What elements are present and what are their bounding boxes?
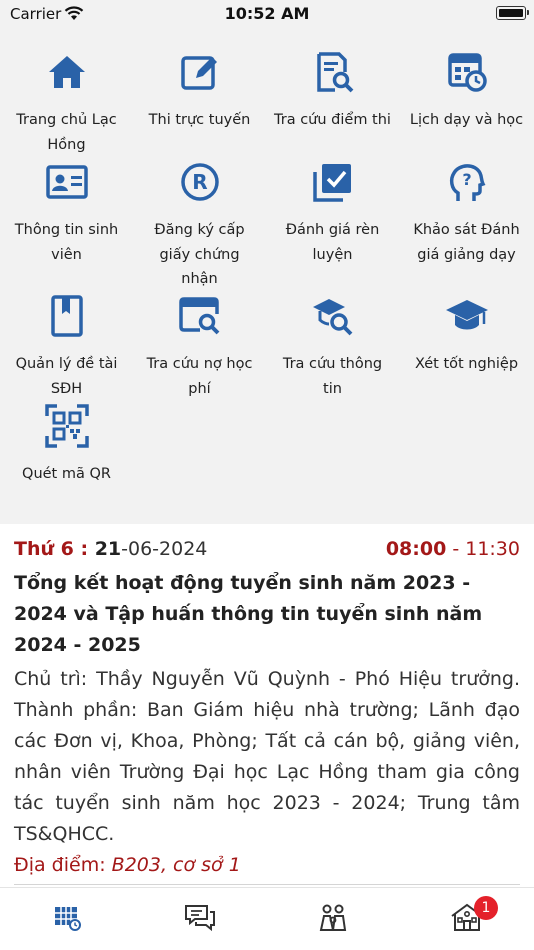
menu-item-label: Lịch dạy và học xyxy=(409,112,524,128)
bookmark-book-icon xyxy=(45,294,89,338)
menu-item-info-lookup[interactable]: Tra cứu thông tin xyxy=(266,294,399,401)
menu-item-thesis[interactable]: Quản lý đề tài SĐH xyxy=(0,294,133,401)
event-title: Tổng kết hoạt động tuyển sinh năm 2023 -… xyxy=(14,572,483,656)
menu-item-conduct[interactable]: Đánh giá rèn luyện xyxy=(266,160,399,267)
window-search-icon xyxy=(178,294,222,338)
menu-item-survey[interactable]: ? Khảo sát Đánh giá giảng dạy xyxy=(400,160,533,267)
qr-code-icon xyxy=(44,404,89,448)
event-weekday: Thứ 6 : xyxy=(14,538,95,560)
menu-item-certificate[interactable]: R Đăng ký cấp giấy chứng nhận xyxy=(133,160,266,292)
event-date-day: 21 xyxy=(94,538,122,560)
divider xyxy=(14,884,520,885)
menu-item-home[interactable]: Trang chủ Lạc Hồng xyxy=(0,50,133,157)
menu-item-label: Tra cứu nợ học phí xyxy=(146,356,253,397)
event-description: Chủ trì: Thầy Nguyễn Vũ Quỳnh - Phó Hiệu… xyxy=(14,668,520,845)
menu-item-online-exam[interactable]: Thi trực tuyến xyxy=(133,50,266,133)
menu-item-label: Xét tốt nghiệp xyxy=(414,356,519,372)
family-icon xyxy=(319,904,346,931)
tab-chat[interactable] xyxy=(133,888,266,950)
menu-item-label: Trang chủ Lạc Hồng xyxy=(16,112,117,153)
menu-item-label: Tra cứu điểm thi xyxy=(274,112,391,128)
notification-badge: 1 xyxy=(474,896,498,920)
status-bar: Carrier 10:52 AM xyxy=(0,0,534,30)
calendar-grid-icon xyxy=(54,907,81,931)
menu-item-schedule[interactable]: Lịch dạy và học xyxy=(400,50,533,133)
battery-icon xyxy=(496,6,529,20)
menu-item-label: Thông tin sinh viên xyxy=(14,222,119,263)
menu-item-label: Khảo sát Đánh giá giảng dạy xyxy=(413,222,520,263)
event-time: 08:00 - 11:30 xyxy=(386,538,520,560)
menu-item-label: Đánh giá rèn luyện xyxy=(285,222,380,263)
menu-item-graduation[interactable]: Xét tốt nghiệp xyxy=(400,294,533,377)
menu-item-qr-scan[interactable]: Quét mã QR xyxy=(0,404,133,487)
edit-icon xyxy=(178,50,222,94)
registered-icon: R xyxy=(178,160,222,204)
svg-text:R: R xyxy=(192,170,207,194)
tab-schedule[interactable] xyxy=(0,888,133,950)
event-meta-row: Thứ 6 : 21-06-2024 08:00 - 11:30 xyxy=(14,538,520,568)
menu-item-label: Tra cứu thông tin xyxy=(282,356,383,397)
event-end-time: - 11:30 xyxy=(446,538,520,560)
calendar-clock-icon xyxy=(445,50,489,94)
svg-text:?: ? xyxy=(462,170,471,189)
menu-item-tuition-debt[interactable]: Tra cứu nợ học phí xyxy=(133,294,266,401)
graduation-search-icon xyxy=(311,294,355,338)
menu-item-label: Quét mã QR xyxy=(22,466,111,482)
graduation-cap-icon xyxy=(445,294,489,338)
home-icon xyxy=(45,50,89,94)
tab-bar: 1 xyxy=(0,887,534,950)
event-location-label: Địa điểm: xyxy=(14,854,112,876)
menu-item-student-info[interactable]: Thông tin sinh viên xyxy=(0,160,133,267)
menu-item-label: Quản lý đề tài SĐH xyxy=(15,356,118,397)
tab-family[interactable] xyxy=(266,888,399,950)
menu-item-exam-scores[interactable]: Tra cứu điểm thi xyxy=(266,50,399,133)
menu-item-label: Thi trực tuyến xyxy=(148,112,251,128)
chat-icon xyxy=(184,905,215,932)
event-start-time: 08:00 xyxy=(385,538,447,560)
clock: 10:52 AM xyxy=(224,4,310,23)
id-card-icon xyxy=(45,160,89,204)
tab-school[interactable]: 1 xyxy=(400,888,533,950)
event-date-rest: -06-2024 xyxy=(121,538,208,560)
document-search-icon xyxy=(311,50,355,94)
menu-item-label: Đăng ký cấp giấy chứng nhận xyxy=(154,222,245,287)
checkbox-icon xyxy=(311,160,355,204)
schedule-event-card[interactable]: Thứ 6 : 21-06-2024 08:00 - 11:30 Tổng kế… xyxy=(0,524,534,887)
head-question-icon: ? xyxy=(445,160,489,204)
event-location-value: B203, cơ sở 1 xyxy=(111,854,241,876)
event-location: Địa điểm: B203, cơ sở 1 xyxy=(14,850,520,881)
